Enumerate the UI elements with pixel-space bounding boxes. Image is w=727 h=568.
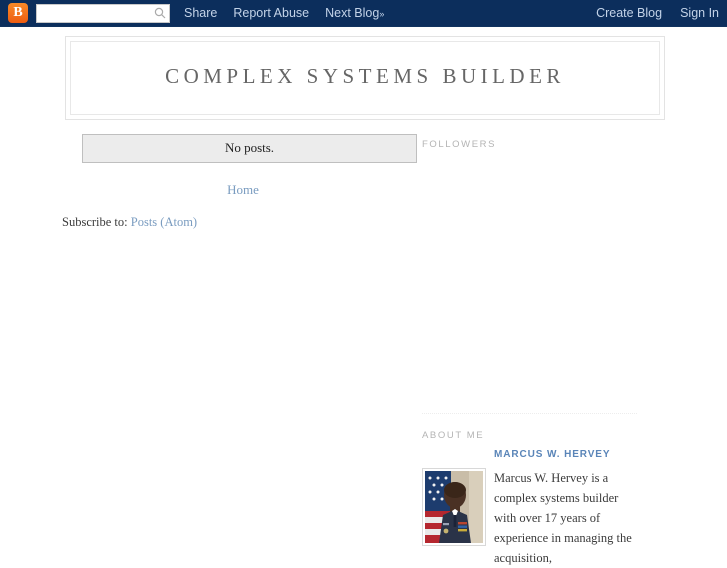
blog-header: COMPLEX SYSTEMS BUILDER	[65, 36, 665, 120]
followers-widget-title: FOLLOWERS	[422, 139, 497, 150]
blog-pager: Home	[62, 163, 404, 198]
home-link[interactable]: Home	[227, 182, 259, 197]
status-message-no-posts: No posts.	[82, 134, 417, 163]
sidebar: FOLLOWERS ABOUT ME MARCUS W. HERVEY Marc…	[422, 134, 637, 568]
navbar-right-group: Create Blog Sign In	[578, 6, 719, 20]
main-content-column: No posts. Home Subscribe to: Posts (Atom…	[62, 134, 422, 230]
feed-links-label: Subscribe to:	[62, 215, 128, 229]
sidebar-divider	[422, 413, 637, 414]
nav-link-next-blog-label: Next Blog	[325, 6, 380, 20]
blogger-logo-icon[interactable]: B	[8, 3, 28, 23]
page-body: COMPLEX SYSTEMS BUILDER No posts. Home S…	[0, 36, 727, 568]
followers-list	[422, 154, 637, 409]
double-chevron-right-icon: »	[379, 9, 384, 19]
nav-link-sign-in[interactable]: Sign In	[680, 6, 719, 20]
blogger-navbar: B Share Report Abuse Next Blog» Create B…	[0, 0, 727, 27]
nav-link-next-blog[interactable]: Next Blog»	[325, 6, 384, 20]
nav-link-share[interactable]: Share	[184, 6, 217, 20]
about-me-widget-title: ABOUT ME	[422, 430, 485, 441]
profile-name-link[interactable]: MARCUS W. HERVEY	[422, 449, 637, 460]
profile-body: Marcus W. Hervey is a complex systems bu…	[422, 468, 637, 568]
profile-card: MARCUS W. HERVEY Marcus W. Hervey is a c…	[422, 449, 637, 568]
posts-atom-link[interactable]: Posts (Atom)	[131, 215, 197, 229]
page-title: COMPLEX SYSTEMS BUILDER	[165, 64, 565, 88]
nav-link-report-abuse[interactable]: Report Abuse	[233, 6, 309, 20]
about-me-widget: ABOUT ME MARCUS W. HERVEY Marcus W. Herv…	[422, 430, 637, 568]
search-box[interactable]	[36, 3, 170, 23]
content-columns: No posts. Home Subscribe to: Posts (Atom…	[0, 120, 727, 568]
avatar[interactable]	[422, 468, 486, 546]
blog-header-inner: COMPLEX SYSTEMS BUILDER	[70, 41, 660, 115]
nav-link-create-blog[interactable]: Create Blog	[596, 6, 662, 20]
search-input[interactable]	[36, 3, 170, 23]
feed-links: Subscribe to: Posts (Atom)	[62, 198, 404, 230]
followers-widget: FOLLOWERS	[422, 139, 637, 409]
